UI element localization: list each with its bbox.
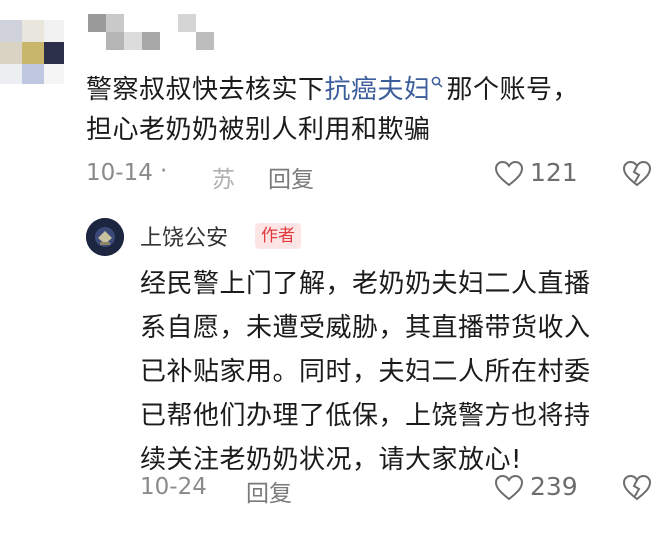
reply-reply-button[interactable]: 回复 xyxy=(246,474,292,508)
reply-author-name[interactable]: 上饶公安 xyxy=(140,220,228,252)
reply-line: 系自愿，未遭受威胁，其直播带货收入 xyxy=(140,313,591,343)
reply-body: 经民警上门了解，老奶奶夫妇二人直播 系自愿，未遭受威胁，其直播带货收入 已补贴家… xyxy=(140,262,660,482)
reply-date: 10-24 xyxy=(140,474,207,500)
meta-separator: · xyxy=(160,158,168,184)
reply-like-count: 239 xyxy=(530,472,578,501)
police-emblem-icon xyxy=(86,218,124,256)
police-avatar[interactable] xyxy=(86,218,124,256)
comment-date: 10-14 xyxy=(86,160,153,186)
commenter-name-redacted xyxy=(88,8,218,52)
comment-body: 警察叔叔快去核实下抗癌夫妇 那个账号， 担心老奶奶被别人利用和欺骗 xyxy=(86,70,661,150)
reply-line: 已补贴家用。同时，夫妇二人所在村委 xyxy=(140,357,591,387)
comment-text-after: 那个账号， xyxy=(446,75,580,105)
comment-location: 苏 xyxy=(212,167,235,193)
broken-heart-icon[interactable] xyxy=(622,474,652,502)
reply-line: 已帮他们办理了低保，上饶警方也将持 xyxy=(140,401,591,431)
reply-line: 经民警上门了解，老奶奶夫妇二人直播 xyxy=(140,269,591,299)
heart-outline-icon[interactable] xyxy=(494,474,524,502)
author-badge: 作者 xyxy=(255,223,301,249)
broken-heart-icon[interactable] xyxy=(622,160,652,188)
search-icon[interactable] xyxy=(431,76,443,88)
heart-outline-icon[interactable] xyxy=(494,160,524,188)
comment-like-count: 121 xyxy=(530,158,578,187)
comment-text-before: 警察叔叔快去核实下 xyxy=(86,75,325,105)
comment-reply-button[interactable]: 回复 xyxy=(268,160,314,194)
reply-line: 续关注老奶奶状况，请大家放心! xyxy=(140,445,522,475)
commenter-avatar[interactable] xyxy=(0,20,64,84)
topic-link[interactable]: 抗癌夫妇 xyxy=(325,75,431,105)
comment-text-line2: 担心老奶奶被别人利用和欺骗 xyxy=(86,115,431,145)
